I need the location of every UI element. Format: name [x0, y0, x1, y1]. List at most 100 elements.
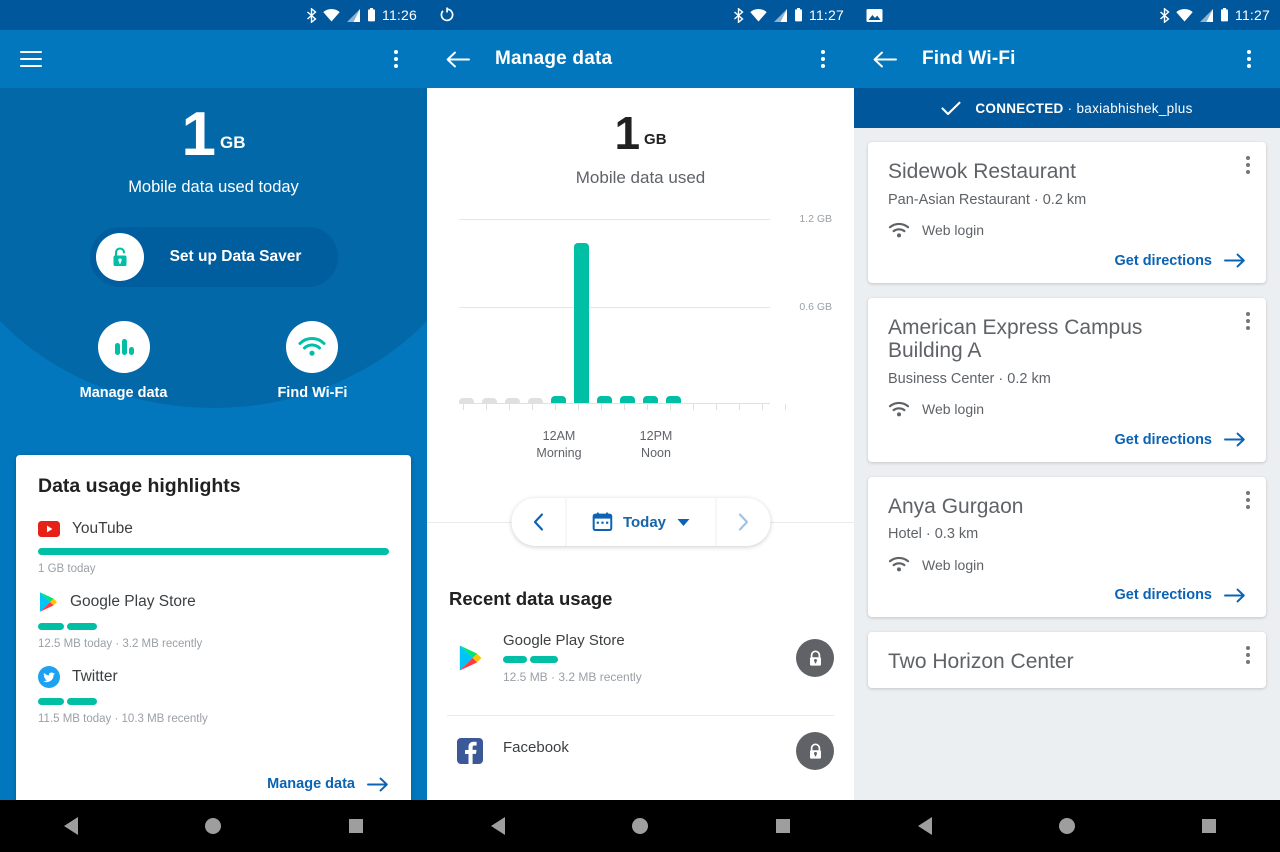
nav-back-button[interactable] — [895, 817, 955, 835]
nav-recents-button[interactable] — [1179, 819, 1239, 833]
quick-action-manage-data-label: Manage data — [79, 385, 168, 401]
app-header: YouTube — [38, 520, 389, 538]
back-button-panel3[interactable] — [868, 42, 902, 76]
panel-manage-data: 11:27 Manage data 1GB Mobile data used — [427, 0, 854, 852]
nav-back-button[interactable] — [468, 817, 528, 835]
kebab-icon[interactable] — [1246, 311, 1250, 330]
overflow-menu-button-panel2[interactable] — [806, 42, 840, 76]
highlight-app-twitter[interactable]: Twitter 11.5 MB today · 10.3 MB recently — [38, 666, 389, 725]
menu-button[interactable] — [14, 42, 48, 76]
kebab-icon — [394, 50, 398, 68]
usage-row-icon — [447, 738, 493, 764]
status-bar-clock: 11:27 — [1235, 7, 1270, 23]
date-selector-label: Today — [622, 513, 667, 531]
chart-bar-inactive — [528, 398, 543, 403]
app-usage-meta: 11.5 MB today · 10.3 MB recently — [38, 713, 208, 725]
hero-content: 1 GB Mobile data used today Set up Data … — [0, 104, 427, 402]
nav-home-button[interactable] — [1037, 818, 1097, 834]
kebab-icon — [821, 50, 825, 68]
connected-status-banner: CONNECTED · baxiabhishek_plus — [854, 88, 1280, 128]
kebab-icon[interactable] — [1246, 646, 1250, 665]
gridline-label-0_6gb: 0.6 GB — [799, 301, 832, 313]
signal-icon — [346, 8, 361, 22]
overflow-menu-button-panel3[interactable] — [1232, 42, 1266, 76]
usage-row-lock-button[interactable] — [796, 639, 834, 677]
mobile-data-used-value-block: 1 GB — [427, 110, 854, 156]
nav-recents-button[interactable] — [753, 819, 813, 833]
arrow-right-icon — [1224, 253, 1246, 268]
x-tick-label-12pm: 12PM Noon — [639, 429, 673, 460]
lock-icon — [807, 649, 824, 668]
get-directions-link[interactable]: Get directions — [888, 253, 1246, 269]
quick-action-manage-data[interactable]: Manage data — [79, 321, 168, 401]
wifi-icon — [888, 222, 910, 239]
arrow-back-icon — [446, 51, 470, 68]
back-triangle-icon — [64, 817, 79, 835]
usage-segment — [38, 698, 64, 705]
chevron-left-icon — [532, 513, 544, 531]
back-button-panel2[interactable] — [441, 42, 475, 76]
signal-icon — [773, 8, 788, 22]
recent-data-usage-heading: Recent data usage — [449, 588, 613, 609]
wifi-name: American Express Campus Building A — [888, 315, 1143, 363]
gridline-1_2gb — [459, 219, 770, 220]
card-title: Data usage highlights — [38, 475, 241, 497]
wifi-description: Pan-Asian Restaurant · 0.2 km — [888, 191, 1087, 208]
usage-row-lock-button[interactable] — [796, 732, 834, 770]
panel-datally-home: 11:26 1 GB Mobile data used today Set up… — [0, 0, 427, 852]
get-directions-link[interactable]: Get directions — [888, 432, 1246, 448]
kebab-icon[interactable] — [1246, 490, 1250, 509]
android-nav-bar-panel1 — [0, 800, 427, 852]
wifi-login-label: Web login — [922, 556, 985, 573]
manage-data-link[interactable]: Manage data — [267, 776, 389, 792]
wifi-card-anya-gurgaon[interactable]: Anya Gurgaon Hotel · 0.3 km Web login Ge… — [868, 476, 1266, 618]
app-usage-meta: 12.5 MB today · 3.2 MB recently — [38, 638, 203, 650]
wifi-login-row: Web login — [888, 556, 1246, 573]
highlight-app-youtube[interactable]: YouTube 1 GB today — [38, 520, 389, 575]
previous-day-button[interactable] — [511, 498, 565, 546]
usage-row-google-play-store[interactable]: Google Play Store 12.5 MB · 3.2 MB recen… — [427, 632, 854, 684]
nav-recents-button[interactable] — [326, 819, 386, 833]
usage-row-facebook[interactable]: Facebook — [427, 732, 854, 770]
home-circle-icon — [632, 818, 649, 834]
set-up-data-saver-button[interactable]: Set up Data Saver — [89, 227, 338, 287]
nav-home-button[interactable] — [610, 818, 670, 834]
app-usage-meta: 1 GB today — [38, 563, 96, 575]
wifi-card-american-express-campus-building-a[interactable]: American Express Campus Building A Busin… — [868, 297, 1266, 462]
play-store-icon — [457, 644, 483, 672]
get-directions-label: Get directions — [1114, 587, 1213, 604]
wifi-card-two-horizon-center[interactable]: Two Horizon Center — [868, 632, 1266, 688]
date-dropdown[interactable]: Today — [564, 498, 717, 546]
gridline-0_6gb — [459, 307, 770, 308]
chart-bar — [666, 396, 681, 403]
kebab-icon[interactable] — [1246, 156, 1250, 174]
status-bar-left-icons — [439, 7, 733, 23]
quick-action-find-wifi[interactable]: Find Wi-Fi — [277, 321, 347, 401]
page-title-panel2: Manage data — [495, 48, 613, 69]
nav-home-button[interactable] — [183, 818, 243, 834]
arrow-right-icon — [367, 777, 389, 792]
status-bar-right-icons: 11:27 — [1159, 6, 1270, 24]
usage-row-divider — [447, 715, 834, 716]
hamburger-icon — [20, 51, 42, 67]
mobile-data-used-unit: GB — [644, 131, 667, 148]
x-tick-label-12am: 12AM Morning — [536, 429, 582, 460]
data-usage-chart: 1.2 GB 0.6 GB — [459, 213, 832, 410]
nav-back-button[interactable] — [41, 817, 101, 835]
chart-bar-peak — [574, 243, 589, 403]
recents-square-icon — [1202, 819, 1216, 833]
wifi-hotspot-list[interactable]: Sidewok Restaurant Pan-Asian Restaurant … — [854, 128, 1280, 835]
wifi-login-row: Web login — [888, 222, 1246, 239]
bluetooth-icon — [733, 6, 744, 24]
home-circle-icon — [205, 818, 222, 834]
app-header: Twitter — [38, 666, 389, 688]
manage-data-link-label: Manage data — [267, 776, 355, 792]
chart-bar — [551, 396, 566, 403]
usage-segment — [530, 656, 558, 663]
wifi-card-sidewok-restaurant[interactable]: Sidewok Restaurant Pan-Asian Restaurant … — [868, 142, 1266, 283]
next-day-button[interactable] — [716, 498, 770, 546]
highlight-app-google-play-store[interactable]: Google Play Store 12.5 MB today · 3.2 MB… — [38, 591, 389, 650]
manage-data-body: 1 GB Mobile data used 1.2 GB 0.6 GB 12AM… — [427, 110, 854, 852]
get-directions-link[interactable]: Get directions — [888, 587, 1246, 603]
overflow-menu-button-panel1[interactable] — [379, 42, 413, 76]
